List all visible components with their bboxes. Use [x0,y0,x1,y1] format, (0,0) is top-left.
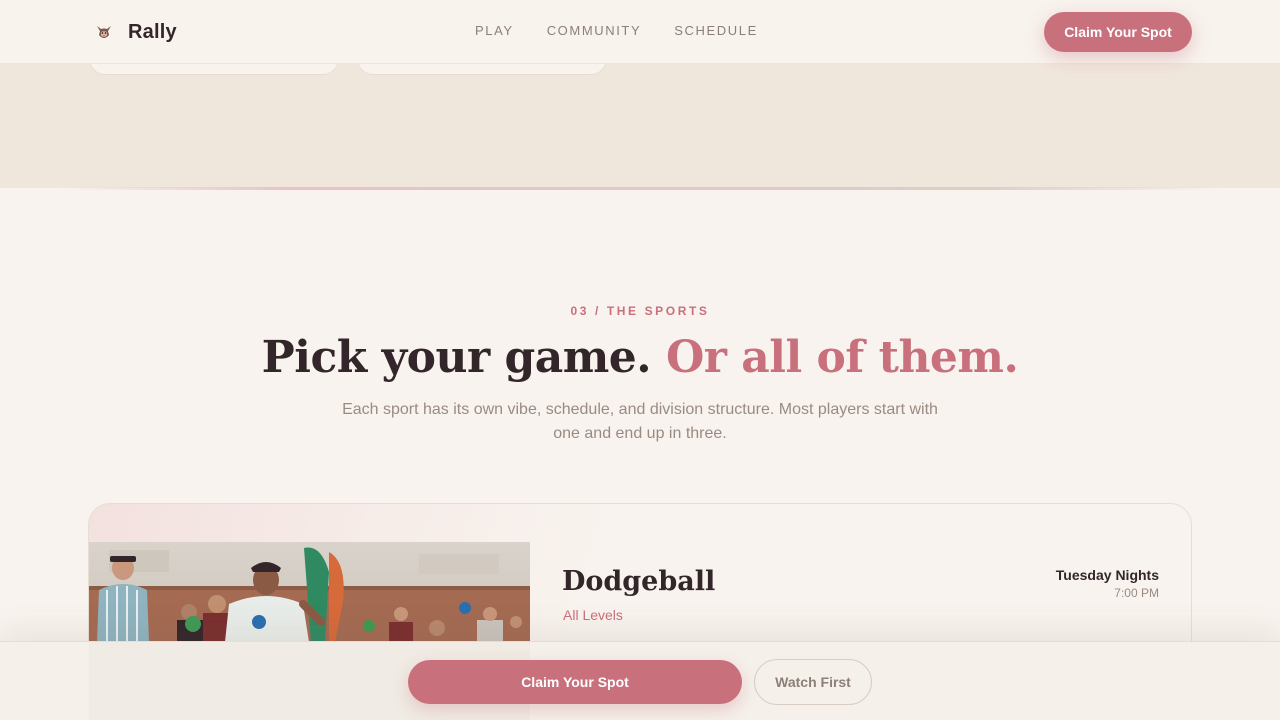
headline-accent: Or all of them. [665,332,1019,383]
watch-first-button[interactable]: Watch First [754,659,872,705]
claim-spot-button[interactable]: Claim Your Spot [1044,12,1192,52]
sport-name: Dodgeball [562,566,716,597]
section-headline: Pick your game. Or all of them. [0,332,1280,383]
dog-mascot-icon [97,26,111,38]
sport-day: Tuesday Nights [1055,567,1159,583]
sport-level: All Levels [563,607,623,623]
section-divider [60,187,1220,190]
main-nav: PLAY COMMUNITY SCHEDULE [475,23,758,38]
nav-community[interactable]: COMMUNITY [547,23,642,38]
section-subtitle: Each sport has its own vibe, schedule, a… [342,401,938,442]
brand[interactable]: Rally [94,20,177,44]
sport-time: 7:00 PM [1114,586,1159,600]
brand-name: Rally [128,20,177,43]
claim-spot-bottom-button[interactable]: Claim Your Spot [408,660,742,704]
sticky-action-bar: Claim Your Spot Watch First [0,641,1280,720]
previous-section-band [0,44,1280,188]
section-eyebrow: 03 / THE SPORTS [570,304,710,318]
nav-schedule[interactable]: SCHEDULE [674,23,758,38]
site-header: Rally PLAY COMMUNITY SCHEDULE Claim Your… [0,0,1280,64]
nav-play[interactable]: PLAY [475,23,514,38]
headline-main: Pick your game. [261,332,666,383]
